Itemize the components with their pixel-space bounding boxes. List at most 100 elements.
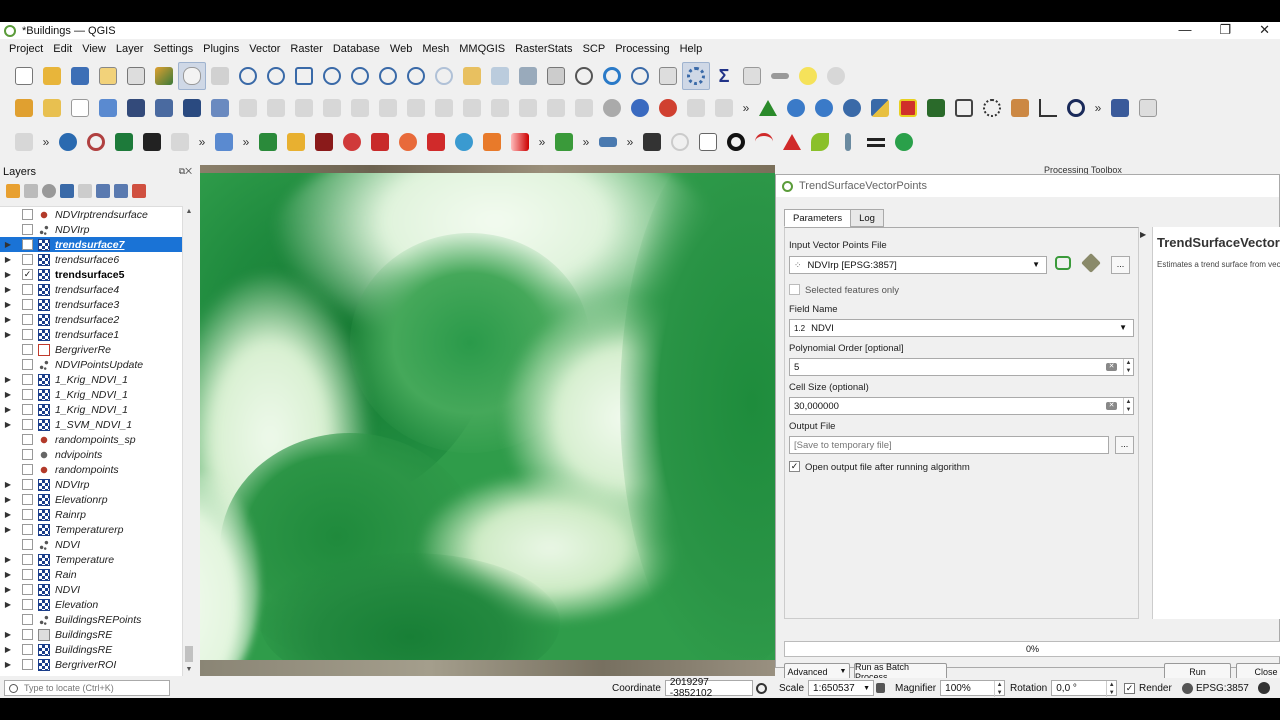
field-name-select[interactable]: 1.2 NDVI ▼	[789, 319, 1134, 337]
layer-item[interactable]: ▶ trendsurface6	[0, 252, 182, 267]
scp-grid-button[interactable]	[422, 128, 450, 156]
advanced-options-button[interactable]	[1080, 253, 1101, 274]
layer-item[interactable]: ▶ trendsurface4	[0, 282, 182, 297]
extents-toggle[interactable]	[756, 680, 767, 696]
filter-legend-icon[interactable]	[60, 184, 74, 198]
modify-attributes-button[interactable]	[374, 94, 402, 122]
layer-visibility-checkbox[interactable]	[22, 479, 33, 490]
image-tool-button[interactable]	[1134, 94, 1162, 122]
statistics-button[interactable]: Σ	[710, 62, 738, 90]
circle-tool-button[interactable]	[722, 128, 750, 156]
layer-item[interactable]: randompoints	[0, 462, 182, 477]
menu-mmqgis[interactable]: MMQGIS	[454, 43, 510, 55]
scroll-down-icon[interactable]: ▼	[183, 664, 195, 676]
network-button[interactable]	[978, 94, 1006, 122]
layer-visibility-checkbox[interactable]	[22, 584, 33, 595]
scp-button[interactable]	[894, 94, 922, 122]
scp-brush-button[interactable]	[478, 128, 506, 156]
input-browse-button[interactable]: ...	[1111, 256, 1130, 274]
rotation-field[interactable]: 0,0 ° ▲ ▼	[1051, 680, 1118, 697]
close-window-button[interactable]: ✕	[1259, 22, 1270, 38]
crs-button[interactable]: EPSG:3857	[1182, 680, 1249, 696]
expand-arrow-icon[interactable]: ▶	[2, 330, 14, 339]
list-menu-button[interactable]	[862, 128, 890, 156]
processing-tool-button[interactable]	[282, 128, 310, 156]
toolbar-overflow-button-7[interactable]: »	[578, 135, 594, 149]
clear-icon[interactable]: ✕	[1106, 363, 1117, 371]
layer-item[interactable]: BuildingsREPoints	[0, 612, 182, 627]
minimize-button[interactable]: —	[1178, 22, 1191, 38]
layer-item[interactable]: NDVIrptrendsurface	[0, 207, 182, 222]
layer-visibility-checkbox[interactable]	[22, 374, 33, 385]
expand-arrow-icon[interactable]: ▶	[2, 255, 14, 264]
toolbar-overflow-button-2[interactable]: »	[1090, 101, 1106, 115]
open-field-calculator-button[interactable]	[738, 62, 766, 90]
layer-visibility-checkbox[interactable]	[22, 419, 33, 430]
expand-all-icon[interactable]	[96, 184, 110, 198]
collapse-help-icon[interactable]: ▶	[1140, 230, 1146, 239]
scp-band-button[interactable]	[310, 128, 338, 156]
layer-visibility-checkbox[interactable]	[22, 329, 33, 340]
help-button[interactable]	[1106, 94, 1134, 122]
input-layer-select[interactable]: ⁘ NDVIrp [EPSG:3857] ▼	[789, 256, 1047, 274]
expand-arrow-icon[interactable]: ▶	[2, 510, 14, 519]
lock-scale-button[interactable]	[876, 680, 885, 696]
collapse-all-icon[interactable]	[114, 184, 128, 198]
undo-button[interactable]	[514, 94, 542, 122]
add-wms-button[interactable]	[150, 94, 178, 122]
menu-processing[interactable]: Processing	[610, 43, 674, 55]
select-tool-button[interactable]	[10, 128, 38, 156]
print-layout-button[interactable]	[122, 62, 150, 90]
data-source-manager-button[interactable]	[10, 94, 38, 122]
output-file-input[interactable]: [Save to temporary file]	[789, 436, 1109, 454]
menu-view[interactable]: View	[77, 43, 111, 55]
layer-visibility-checkbox[interactable]	[22, 509, 33, 520]
label-tool-button[interactable]	[570, 94, 598, 122]
new-map-view-button[interactable]	[486, 62, 514, 90]
layer-visibility-checkbox[interactable]	[22, 224, 33, 235]
toolbox-tools-button[interactable]	[1006, 94, 1034, 122]
layer-visibility-checkbox[interactable]	[22, 434, 33, 445]
layer-visibility-checkbox[interactable]	[22, 629, 33, 640]
expand-arrow-icon[interactable]: ▶	[2, 390, 14, 399]
remove-layer-icon[interactable]	[132, 184, 146, 198]
refresh-button[interactable]	[598, 62, 626, 90]
layer-visibility-checkbox[interactable]	[22, 554, 33, 565]
scp-settings-button[interactable]	[450, 128, 478, 156]
triangle-tool-button[interactable]	[778, 128, 806, 156]
clear-cell-icon[interactable]: ✕	[1106, 402, 1117, 410]
georef-button[interactable]	[810, 94, 838, 122]
layer-visibility-checkbox[interactable]	[22, 569, 33, 580]
layer-visibility-checkbox[interactable]	[22, 344, 33, 355]
pan-map-button[interactable]	[178, 62, 206, 90]
layer-visibility-checkbox[interactable]	[22, 614, 33, 625]
measure-button[interactable]	[766, 62, 794, 90]
model-designer-button[interactable]	[950, 94, 978, 122]
spinbox-arrows-icon[interactable]: ▲ ▼	[1123, 359, 1133, 375]
layer-item[interactable]: ▶ BuildingsRE	[0, 642, 182, 657]
layer-item[interactable]: ▶ Rain	[0, 567, 182, 582]
tab-log[interactable]: Log	[850, 209, 884, 227]
layer-visibility-checkbox[interactable]	[22, 524, 33, 535]
expand-arrow-icon[interactable]: ▶	[2, 570, 14, 579]
coordinate-field[interactable]: 2019297 -3852102	[664, 677, 753, 698]
layer-item[interactable]: ▶ 1_SVM_NDVI_1	[0, 417, 182, 432]
layer-item[interactable]: ▶ Temperature	[0, 552, 182, 567]
cut-features-button[interactable]	[430, 94, 458, 122]
manage-map-themes-icon[interactable]	[42, 184, 56, 198]
toolbar-overflow-button-8[interactable]: »	[622, 135, 638, 149]
menu-vector[interactable]: Vector	[244, 43, 285, 55]
layer-item[interactable]: ▶ trendsurface7	[0, 237, 182, 252]
expand-arrow-icon[interactable]: ▶	[2, 405, 14, 414]
vertex-tool-button[interactable]	[346, 94, 374, 122]
add-group-icon[interactable]	[24, 184, 38, 198]
expand-arrow-icon[interactable]: ▶	[2, 480, 14, 489]
zoom-selection-button[interactable]	[318, 62, 346, 90]
identify-button[interactable]	[626, 62, 654, 90]
iterate-button[interactable]	[1053, 256, 1072, 274]
layer-item[interactable]: ▶ 1_Krig_NDVI_1	[0, 387, 182, 402]
digitize-points-button[interactable]	[638, 128, 666, 156]
expand-arrow-icon[interactable]: ▶	[2, 660, 14, 669]
expand-arrow-icon[interactable]: ▶	[2, 240, 14, 249]
menu-raster[interactable]: Raster	[285, 43, 327, 55]
